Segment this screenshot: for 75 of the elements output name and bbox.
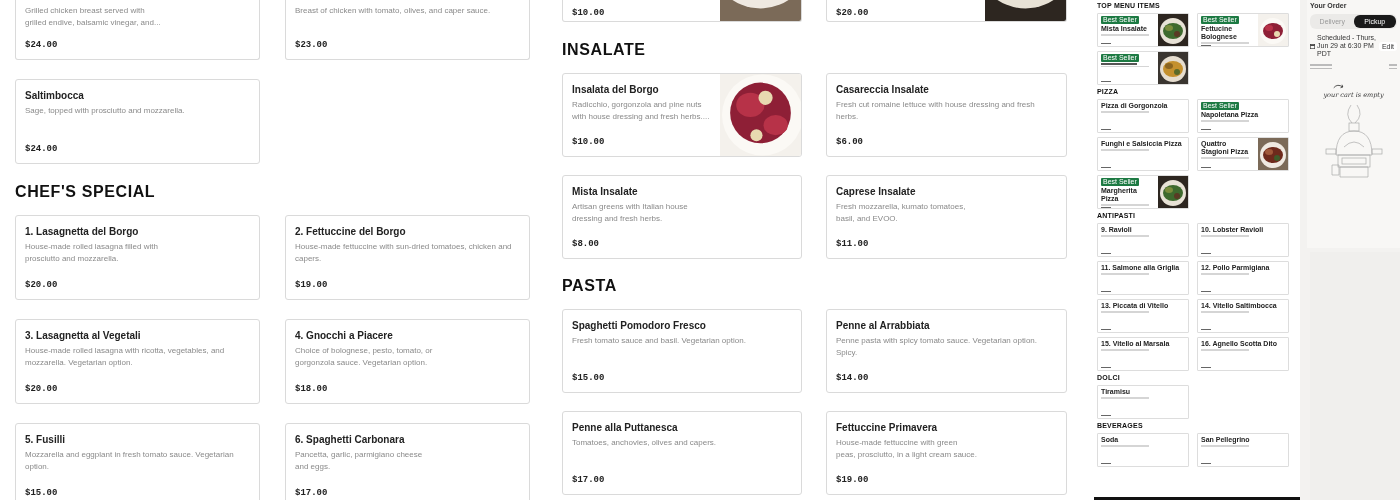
menu-item-card[interactable]: $20.00 [826,0,1067,22]
arrow-icon [1332,83,1345,91]
menu-item-card[interactable]: Saltimbocca Sage, topped with prosciutto and mozzarella. $24.00 [15,79,260,164]
item-description: Grilled chicken breast served with grilled endive, balsamic vinegar, and... [25,5,162,29]
menu-item-card[interactable]: 4. Gnocchi a Piacere Choice of bolognese, pesto, tomato, or gorgonzola sauce. Vegetarian option. $18.00 [285,319,530,404]
item-description: Artisan greens with Italian house dressing and fresh herbs. [572,201,689,225]
item-description: Fresh mozzarella, kumato tomatoes, basil, and EVOO. [836,201,967,225]
menu-item-card[interactable]: Penne alla Puttanesca Tomatoes, anchovies, olives and capers. $17.00 [562,411,802,495]
item-price: $15.00 [572,373,606,383]
item-price: $19.00 [836,475,870,485]
menu-item-card[interactable]: Fettuccine Primavera House-made fettuccine with green peas, prosciutto, in a light cream sauce. $19.00 [826,411,1067,495]
item-name: 3. Lasagnetta al Vegetali [25,330,142,341]
item-name: Casareccia Insalate [836,84,930,95]
item-name: 6. Spaghetti Carbonara [295,434,406,445]
item-price: $20.00 [836,8,870,18]
item-price: $24.00 [25,144,59,154]
item-name: Spaghetti Pomodoro Fresco [572,320,707,331]
section-heading: PASTA [562,276,618,296]
item-description: House-made fettuccine with green peas, prosciutto, in a light cream sauce. [836,437,978,461]
item-description: Mozzarella and eggplant in fresh tomato sauce. Vegetarian option. [25,449,235,473]
menu-item-card[interactable]: Penne al Arrabbiata Penne pasta with spicy tomato sauce. Vegetarian option. Spicy. $14.00 [826,309,1067,393]
menu-item-card[interactable]: Breast of chicken with tomato, olives, and caper sauce. $23.00 [285,0,530,60]
item-name: Fettuccine Primavera [836,422,939,433]
item-description: Sage, topped with prosciutto and mozzarella. [25,105,186,117]
item-price: $20.00 [25,384,59,394]
menu-item-card[interactable]: $10.00 [562,0,802,22]
item-price: $8.00 [572,239,600,249]
item-name: 2. Fettuccine del Borgo [295,226,407,237]
item-price: $24.00 [25,40,59,50]
item-name: 1. Lasagnetta del Borgo [25,226,140,237]
item-price: $23.00 [295,40,329,50]
item-price: $17.00 [572,475,606,485]
item-price: $11.00 [836,239,870,249]
item-description: House-made rolled lasagna with ricotta, vegetables, and mozzarella. Vegetarian option. [25,345,226,369]
section-heading: CHEF'S SPECIAL [15,182,157,202]
menu-item-card[interactable]: Caprese Insalate Fresh mozzarella, kumato tomatoes, basil, and EVOO. $11.00 [826,175,1067,259]
calendar-icon [1310,43,1315,49]
item-name: Penne al Arrabbiata [836,320,931,331]
section-heading: INSALATE [562,40,647,60]
menu-item-card[interactable]: 1. Lasagnetta del Borgo House-made rolled lasagna filled with prosciutto and mozzarella. $20.00 [15,215,260,300]
item-description: Choice of bolognese, pesto, tomato, or gorgonzola sauce. Vegetarian option. [295,345,434,369]
item-price: $14.00 [836,373,870,383]
item-price: $6.00 [836,137,864,147]
item-description: Fresh tomato sauce and basil. Vegetarian option. [572,335,747,347]
item-name: 4. Gnocchi a Piacere [295,330,394,341]
menu-item-card[interactable]: Insalata del Borgo Radicchio, gorgonzola and pine nuts with house dressing and fresh herbs.... $10.00 [562,73,802,157]
menu-item-card[interactable]: Mista Insalate Artisan greens with Italian house dressing and fresh herbs. $8.00 [562,175,802,259]
item-description: Pancetta, garlic, parmigiano cheese and eggs. [295,449,424,473]
item-price: $20.00 [25,280,59,290]
item-price: $17.00 [295,488,329,498]
item-description: Fresh cut romaine lettuce with house dressing and fresh herbs. [836,99,1036,123]
item-description: Breast of chicken with tomato, olives, and caper sauce. [295,5,492,17]
menu-item-card[interactable]: Casareccia Insalate Fresh cut romaine lettuce with house dressing and fresh herbs. $6.00 [826,73,1067,157]
menu-item-card[interactable]: 6. Spaghetti Carbonara Pancetta, garlic, parmigiano cheese and eggs. $17.00 [285,423,530,500]
item-price: $18.00 [295,384,329,394]
item-price: $19.00 [295,280,329,290]
item-name: Saltimbocca [25,90,85,101]
item-description: Tomatoes, anchovies, olives and capers. [572,437,718,449]
item-name: Insalata del Borgo [572,84,660,95]
item-name: Caprese Insalate [836,186,917,197]
item-price: $10.00 [572,137,606,147]
item-name: Penne alla Puttanesca [572,422,679,433]
menu-item-card[interactable]: 5. Fusilli Mozzarella and eggplant in fresh tomato sauce. Vegetarian option. $15.00 [15,423,260,500]
item-name: 5. Fusilli [25,434,66,445]
item-price: $10.00 [572,8,606,18]
item-description: House-made rolled lasagna filled with prosciutto and mozzarella. [25,241,159,265]
item-description: Radicchio, gorgonzola and pine nuts with house dressing and fresh herbs.... [572,99,711,123]
item-name: Mista Insalate [572,186,639,197]
menu-item-card[interactable]: 2. Fettuccine del Borgo House-made fettuccine with sun-dried tomatoes, chicken and capers. $19.00 [285,215,530,300]
menu-item-card[interactable]: Grilled chicken breast served with grilled endive, balsamic vinegar, and... $24.00 [15,0,260,60]
item-description: House-made fettuccine with sun-dried tomatoes, chicken and capers. [295,241,513,265]
menu-item-card[interactable]: 3. Lasagnetta al Vegetali House-made rolled lasagna with ricotta, vegetables, and mozzarella. Vegetarian option. $20.00 [15,319,260,404]
menu-item-card[interactable]: Spaghetti Pomodoro Fresco Fresh tomato sauce and basil. Vegetarian option. $15.00 [562,309,802,393]
item-price: $15.00 [25,488,59,498]
item-description: Penne pasta with spicy tomato sauce. Vegetarian option. Spicy. [836,335,1038,359]
